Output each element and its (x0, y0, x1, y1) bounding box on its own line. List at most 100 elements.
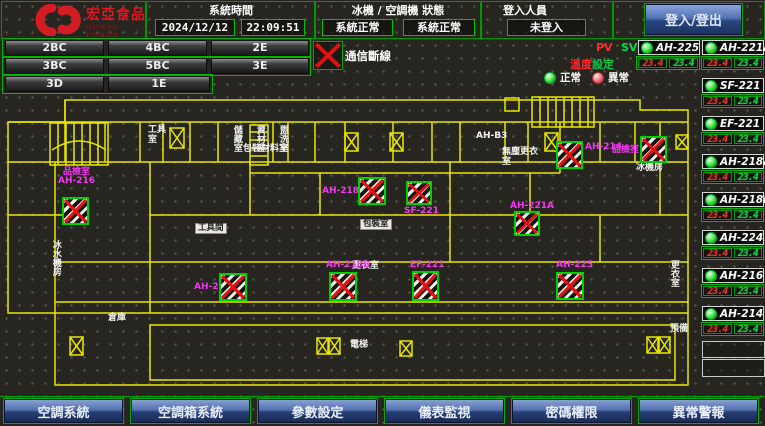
marker-ah-218b[interactable] (329, 272, 357, 301)
unit-ah-214[interactable]: AH-214 (702, 306, 764, 321)
login-state-badge: 未登入 (507, 19, 586, 36)
nav-meter-monitor-button[interactable]: 儀表監視 (385, 399, 504, 423)
room-label: AH-B3 (476, 132, 507, 142)
unit-ah-218b[interactable]: AH-218B (702, 192, 764, 207)
nav-parameter-settings-button[interactable]: 參數設定 (258, 399, 377, 423)
equipment-label-ah-216: 品檢室 AH-216 (58, 168, 95, 187)
brand-name-en: HUNYA FOODS (86, 23, 146, 39)
equipment-label-ef-221: EF-221 (410, 261, 445, 270)
sv-value: 23.4 (734, 58, 763, 68)
unit-ah-224-values: 23.4 23.4 (701, 246, 764, 260)
brand-name: 宏亞食品 (86, 8, 146, 23)
unit-name: AH-214 (720, 308, 763, 320)
marker-ah-221a[interactable] (514, 211, 540, 236)
empty-readout-slot (702, 341, 765, 358)
floor-button-3e[interactable]: 3E (211, 58, 309, 74)
stairs-icon (50, 123, 108, 165)
login-label: 登入人員 (482, 4, 568, 17)
unit-ah-221a-values: 23.4 23.4 (701, 56, 764, 70)
marker-ah-225[interactable] (556, 272, 584, 300)
status-lamp-icon (705, 42, 717, 54)
unit-name: AH-221A (720, 42, 765, 54)
unit-ah-216[interactable]: AH-216 (702, 268, 764, 283)
unit-sf-221[interactable]: SF-221 (702, 78, 764, 93)
floor-button-4bc[interactable]: 4BC (108, 40, 207, 56)
nav-ahu-system-button[interactable]: 空調箱系統 (131, 399, 250, 423)
machine-status-label: 冰機 / 空調機 狀態 (319, 4, 477, 17)
marker-ah-216[interactable] (62, 197, 89, 225)
marker-ah-224[interactable] (219, 273, 247, 301)
unit-name: AH-216 (720, 270, 763, 282)
abnormal-label: 異常 (608, 70, 629, 85)
floor-button-5bc[interactable]: 5BC (108, 58, 207, 74)
sv-value: 23.4 (734, 134, 763, 144)
unit-ah-214-values: 23.4 23.4 (701, 322, 764, 336)
pv-label: PV (596, 41, 613, 54)
unit-ah-218a[interactable]: AH-218A (702, 154, 764, 169)
floor-button-2e[interactable]: 2E (211, 40, 309, 56)
elevator-icon (390, 133, 403, 151)
elevator-icon (317, 338, 328, 354)
unit-sf-221-values: 23.4 23.4 (701, 94, 764, 108)
comm-loss-label: 通信斷線 (345, 48, 391, 64)
unit-ah-221a[interactable]: AH-221A (702, 40, 764, 55)
sv-value: 23.4 (734, 210, 763, 220)
room-label-boxed: 包裝室 (360, 219, 392, 230)
equipment-label-line: AH-216 (58, 177, 95, 186)
equipment-label-sf-221: SF-221 (404, 207, 439, 216)
legend-abnormal: 異常 (592, 70, 629, 85)
elevator-icon (170, 128, 184, 148)
unit-ah-216-values: 23.4 23.4 (701, 284, 764, 298)
sv-value: 23.4 (669, 58, 698, 68)
nav-ac-system-button[interactable]: 空調系統 (4, 399, 123, 423)
normal-label: 正常 (560, 70, 581, 85)
login-logout-button[interactable]: 登入/登出 (645, 4, 742, 35)
unit-name: EF-221 (720, 118, 760, 130)
unit-ef-221[interactable]: EF-221 (702, 116, 764, 131)
elevator-icon (400, 341, 412, 356)
room-label: 倉庫 (108, 314, 126, 324)
unit-ah-224[interactable]: AH-224 (702, 230, 764, 245)
nav-password-authority-button[interactable]: 密碼權限 (512, 399, 631, 423)
hvac-scada-screen: 宏亞食品 HUNYA FOODS 系統時間 2024/12/12 22:09:5… (0, 0, 765, 426)
ac-status-badge: 系統正常 (403, 19, 475, 36)
elevator-icon (329, 338, 340, 354)
nav-alarm-button[interactable]: 異常警報 (639, 399, 758, 423)
unit-name: AH-225 (656, 42, 699, 54)
status-lamp-icon (705, 194, 717, 206)
elevator-icon (659, 337, 670, 353)
room-label: 電梯 (350, 341, 368, 351)
unit-name: AH-224 (720, 232, 763, 244)
unit-name: AH-218B (720, 194, 765, 206)
pv-value: 23.4 (703, 210, 732, 220)
room-label: 預備 (670, 325, 688, 335)
system-date-value: 2024/12/12 (155, 19, 235, 36)
abnormal-lamp-icon (592, 72, 604, 84)
room-label: 冰機房 (636, 164, 663, 174)
chiller-status-badge: 系統正常 (322, 19, 393, 36)
pv-value: 23.4 (703, 324, 732, 334)
pv-value: 23.4 (703, 172, 732, 182)
marker-pin-jian[interactable] (640, 136, 667, 163)
equipment-label-ah-225: AH-225 (556, 261, 593, 270)
unit-ah-225[interactable]: AH-225 (638, 40, 700, 55)
floor-button-row-2: 3BC 5BC 3E (2, 56, 311, 76)
marker-ah-218a[interactable] (358, 177, 386, 205)
sv-value: 23.4 (734, 172, 763, 182)
sv-label: SV (621, 41, 637, 54)
pv-value: 23.4 (703, 58, 732, 68)
status-lamp-icon (705, 270, 717, 282)
unit-ah-225-values: 23.4 23.4 (636, 56, 700, 70)
brand-section: 宏亞食品 HUNYA FOODS (1, 1, 146, 39)
pv-value: 23.4 (703, 248, 732, 258)
floor-button-3bc[interactable]: 3BC (5, 58, 104, 74)
room-label: 更衣室 (668, 260, 678, 287)
floor-button-2bc[interactable]: 2BC (5, 40, 104, 56)
status-lamp-icon (705, 118, 717, 130)
marker-sf-221[interactable] (406, 181, 432, 205)
sv-value: 23.4 (734, 324, 763, 334)
marker-ah-214[interactable] (556, 141, 583, 169)
room-label: 儲藏室 (231, 125, 241, 152)
marker-ef-221[interactable] (412, 271, 439, 301)
room-label: 無塵更衣室 (502, 148, 542, 168)
